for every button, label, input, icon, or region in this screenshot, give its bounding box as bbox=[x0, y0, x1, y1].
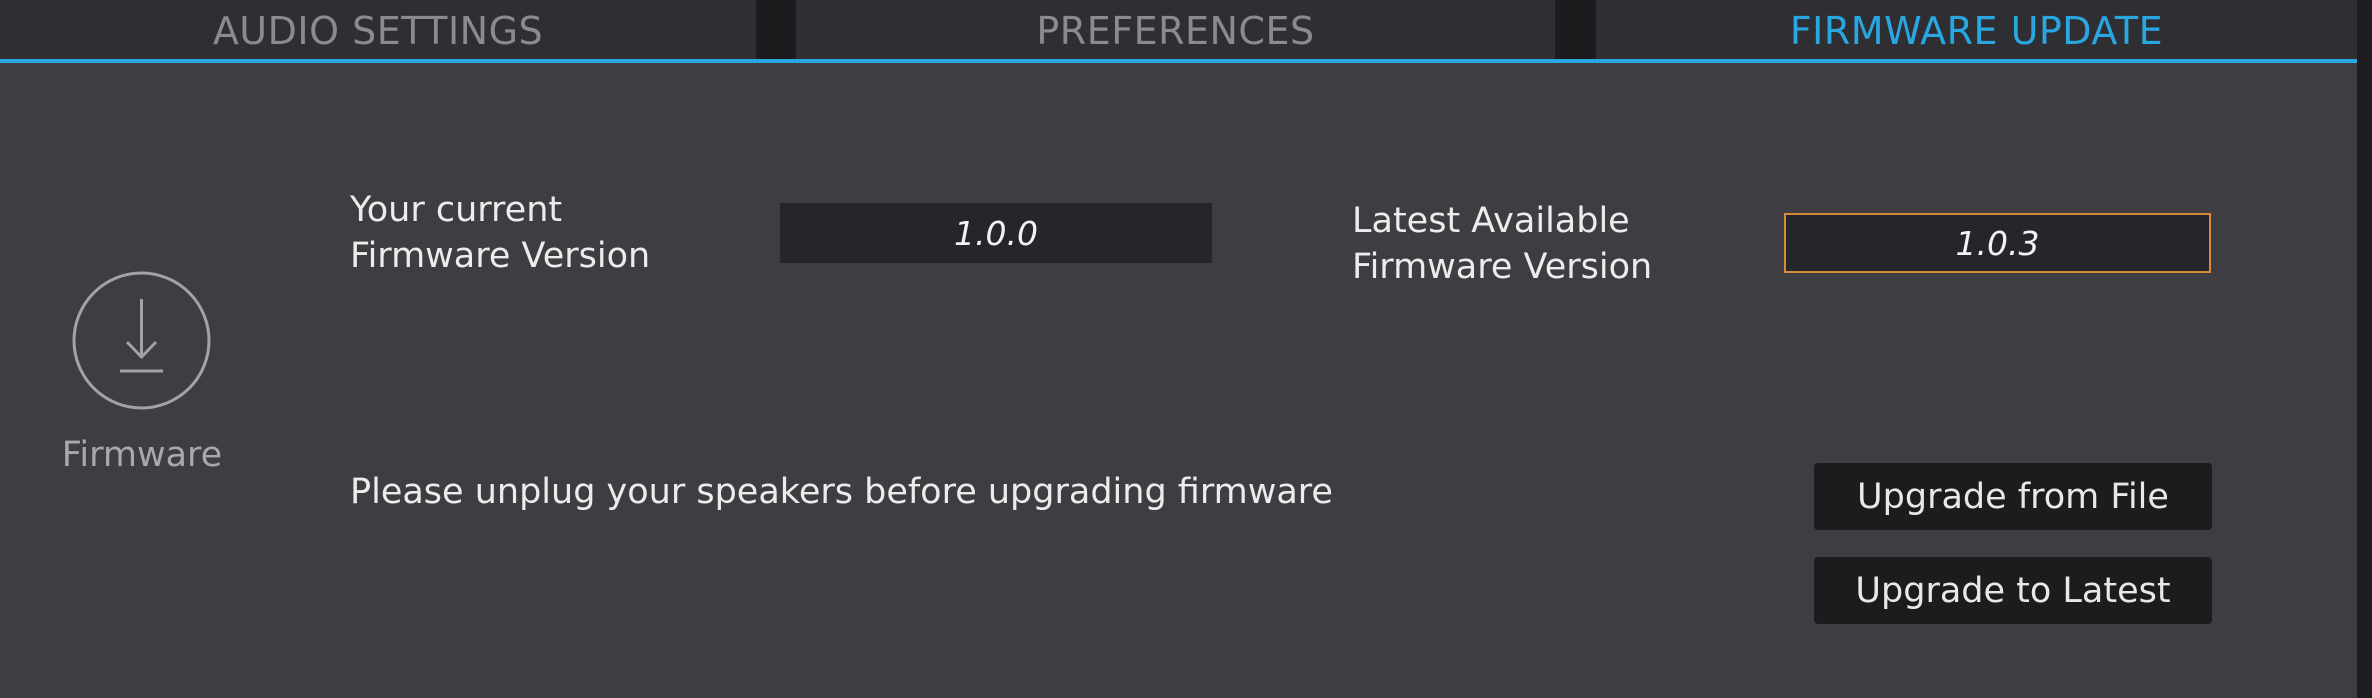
tab-audio-settings[interactable]: AUDIO SETTINGS bbox=[0, 0, 756, 62]
download-icon bbox=[72, 271, 211, 410]
tab-preferences[interactable]: PREFERENCES bbox=[796, 0, 1555, 62]
firmware-section-label: Firmware bbox=[61, 435, 223, 475]
latest-version-label: Latest Available Firmware Version bbox=[1352, 198, 1652, 290]
tab-firmware-update[interactable]: FIRMWARE UPDATE bbox=[1596, 0, 2357, 62]
latest-version-label-line2: Firmware Version bbox=[1352, 247, 1653, 287]
upgrade-from-file-button[interactable]: Upgrade from File bbox=[1814, 463, 2212, 530]
firmware-panel: Firmware Your current Firmware Version 1… bbox=[0, 63, 2357, 698]
current-version-label-line2: Firmware Version bbox=[350, 236, 651, 276]
current-version-label: Your current Firmware Version bbox=[350, 187, 650, 279]
upgrade-to-latest-button[interactable]: Upgrade to Latest bbox=[1814, 557, 2212, 624]
latest-version-label-line1: Latest Available bbox=[1352, 201, 1630, 241]
latest-version-field: 1.0.3 bbox=[1784, 213, 2211, 273]
firmware-update-window: AUDIO SETTINGS PREFERENCES FIRMWARE UPDA… bbox=[0, 0, 2372, 698]
right-edge-strip bbox=[2357, 0, 2372, 698]
unplug-warning-text: Please unplug your speakers before upgra… bbox=[350, 472, 1333, 512]
current-version-label-line1: Your current bbox=[350, 190, 563, 230]
current-version-field: 1.0.0 bbox=[780, 203, 1212, 263]
tab-bar: AUDIO SETTINGS PREFERENCES FIRMWARE UPDA… bbox=[0, 0, 2372, 63]
